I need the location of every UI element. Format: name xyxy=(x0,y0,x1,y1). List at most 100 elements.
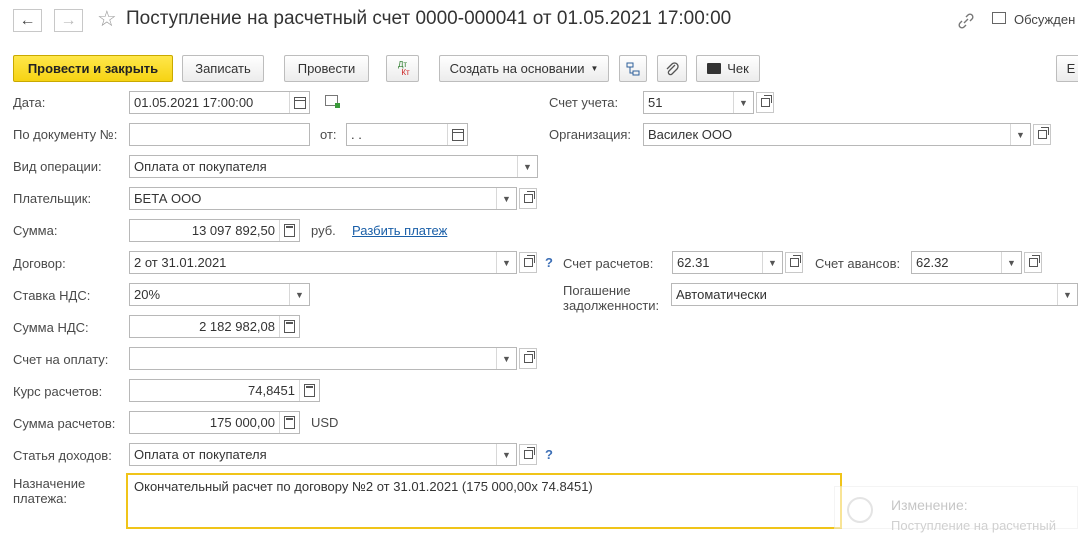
settlement-account-label: Счет расчетов: xyxy=(563,256,654,271)
page-title: Поступление на расчетный счет 0000-00004… xyxy=(126,8,732,29)
date-value: 01.05.2021 17:00:00 xyxy=(134,95,254,110)
open-advance-account-icon[interactable] xyxy=(1024,252,1042,273)
vat-rate-label: Ставка НДС: xyxy=(13,288,91,303)
open-settlement-account-icon[interactable] xyxy=(785,252,803,273)
payment-purpose-label-line1: Назначение xyxy=(13,476,86,491)
vat-rate-select[interactable]: 20% ▼ xyxy=(129,283,310,306)
open-payer-icon[interactable] xyxy=(519,188,537,209)
dropdown-arrow-icon[interactable]: ▼ xyxy=(289,284,309,305)
dropdown-arrow-icon[interactable]: ▼ xyxy=(496,252,516,273)
discussion-link[interactable]: Обсужден xyxy=(1014,12,1075,27)
info-icon xyxy=(847,497,873,523)
calendar-icon[interactable] xyxy=(447,124,467,145)
amount-currency: руб. xyxy=(311,223,336,238)
create-based-on-button[interactable]: Создать на основании ▼ xyxy=(439,55,609,82)
favorite-star-icon[interactable]: ☆ xyxy=(97,6,117,32)
income-item-label: Статья доходов: xyxy=(13,448,112,463)
open-invoice-icon[interactable] xyxy=(519,348,537,369)
exchange-rate-label: Курс расчетов: xyxy=(13,384,103,399)
contract-help-icon[interactable]: ? xyxy=(545,255,553,270)
cash-register-icon xyxy=(707,63,722,74)
settlement-amount-label: Сумма расчетов: xyxy=(13,416,116,431)
paperclip-icon xyxy=(666,61,679,75)
doc-date-field[interactable]: . . xyxy=(346,123,468,146)
amount-value: 13 097 892,50 xyxy=(191,223,275,238)
payer-label: Плательщик: xyxy=(13,191,92,206)
attach-button[interactable] xyxy=(657,55,687,82)
account-select[interactable]: 51 ▼ xyxy=(643,91,754,114)
link-icon[interactable] xyxy=(957,12,975,33)
more-button[interactable]: Е xyxy=(1056,55,1078,82)
account-label: Счет учета: xyxy=(549,95,619,110)
calculator-icon[interactable] xyxy=(279,316,299,337)
dt-kt-button[interactable]: Дт Кт xyxy=(386,55,419,82)
select-period-icon[interactable] xyxy=(325,95,340,108)
organization-select[interactable]: Василек ООО ▼ xyxy=(643,123,1031,146)
payment-purpose-value: Окончательный расчет по договору №2 от 3… xyxy=(134,479,593,494)
contract-value: 2 от 31.01.2021 xyxy=(134,255,227,270)
dt-kt-icon: Дт Кт xyxy=(395,60,410,77)
payment-purpose-label: Назначение платежа: xyxy=(13,476,85,506)
organization-value: Василек ООО xyxy=(648,127,733,142)
payer-select[interactable]: БЕТА ООО ▼ xyxy=(129,187,517,210)
calculator-icon[interactable] xyxy=(299,380,319,401)
doc-date-from-label: от: xyxy=(320,127,337,142)
dropdown-arrow-icon[interactable]: ▼ xyxy=(496,348,516,369)
date-field[interactable]: 01.05.2021 17:00:00 xyxy=(129,91,310,114)
income-item-help-icon[interactable]: ? xyxy=(545,447,553,462)
notification-title: Изменение: xyxy=(891,497,968,513)
vat-amount-field[interactable]: 2 182 982,08 xyxy=(129,315,300,338)
dropdown-arrow-icon[interactable]: ▼ xyxy=(496,444,516,465)
debt-repayment-label-line1: Погашение xyxy=(563,283,631,298)
calculator-icon[interactable] xyxy=(279,220,299,241)
calendar-icon[interactable] xyxy=(289,92,309,113)
save-button[interactable]: Записать xyxy=(182,55,264,82)
operation-type-select[interactable]: Оплата от покупателя ▼ xyxy=(129,155,538,178)
open-income-item-icon[interactable] xyxy=(519,444,537,465)
structure-icon xyxy=(626,62,640,75)
vat-amount-label: Сумма НДС: xyxy=(13,320,89,335)
income-item-select[interactable]: Оплата от покупателя ▼ xyxy=(129,443,517,466)
dropdown-arrow-icon[interactable]: ▼ xyxy=(1010,124,1030,145)
post-button[interactable]: Провести xyxy=(284,55,369,82)
debt-repayment-select[interactable]: Автоматически ▼ xyxy=(671,283,1078,306)
post-and-close-button[interactable]: Провести и закрыть xyxy=(13,55,173,82)
contract-select[interactable]: 2 от 31.01.2021 ▼ xyxy=(129,251,517,274)
operation-type-label: Вид операции: xyxy=(13,159,102,174)
operation-type-value: Оплата от покупателя xyxy=(134,159,267,174)
dropdown-arrow-icon[interactable]: ▼ xyxy=(496,188,516,209)
amount-field[interactable]: 13 097 892,50 xyxy=(129,219,300,242)
split-payment-link[interactable]: Разбить платеж xyxy=(352,223,447,238)
advance-account-select[interactable]: 62.32 ▼ xyxy=(911,251,1022,274)
calculator-icon[interactable] xyxy=(279,412,299,433)
dropdown-arrow-icon[interactable]: ▼ xyxy=(733,92,753,113)
check-button[interactable]: Чек xyxy=(696,55,760,82)
settlement-account-select[interactable]: 62.31 ▼ xyxy=(672,251,783,274)
contract-label: Договор: xyxy=(13,256,66,271)
dropdown-arrow-icon[interactable]: ▼ xyxy=(762,252,782,273)
invoice-select[interactable]: ▼ xyxy=(129,347,517,370)
back-button[interactable]: ← xyxy=(13,9,42,32)
dropdown-arrow-icon[interactable]: ▼ xyxy=(1057,284,1077,305)
advance-account-label: Счет авансов: xyxy=(815,256,901,271)
doc-number-input[interactable] xyxy=(129,123,310,146)
payment-purpose-label-line2: платежа: xyxy=(13,491,67,506)
open-organization-icon[interactable] xyxy=(1033,124,1051,145)
exchange-rate-value: 74,8451 xyxy=(248,383,295,398)
kt-label: Кт xyxy=(401,67,410,77)
structure-button[interactable] xyxy=(619,55,647,82)
debt-repayment-label: Погашение задолженности: xyxy=(563,283,659,313)
notification-popup[interactable]: Изменение: Поступление на расчетный xyxy=(834,486,1078,533)
doc-number-label: По документу №: xyxy=(13,127,118,142)
create-based-on-label: Создать на основании xyxy=(449,61,585,76)
open-account-icon[interactable] xyxy=(756,92,774,113)
dropdown-arrow-icon[interactable]: ▼ xyxy=(517,156,537,177)
settlement-amount-field[interactable]: 175 000,00 xyxy=(129,411,300,434)
forward-button[interactable]: → xyxy=(54,9,83,32)
exchange-rate-field[interactable]: 74,8451 xyxy=(129,379,320,402)
dropdown-arrow-icon[interactable]: ▼ xyxy=(1001,252,1021,273)
advance-account-value: 62.32 xyxy=(916,255,949,270)
open-contract-icon[interactable] xyxy=(519,252,537,273)
payment-purpose-textarea[interactable]: Окончательный расчет по договору №2 от 3… xyxy=(126,473,842,529)
doc-date-value: . . xyxy=(351,127,362,142)
